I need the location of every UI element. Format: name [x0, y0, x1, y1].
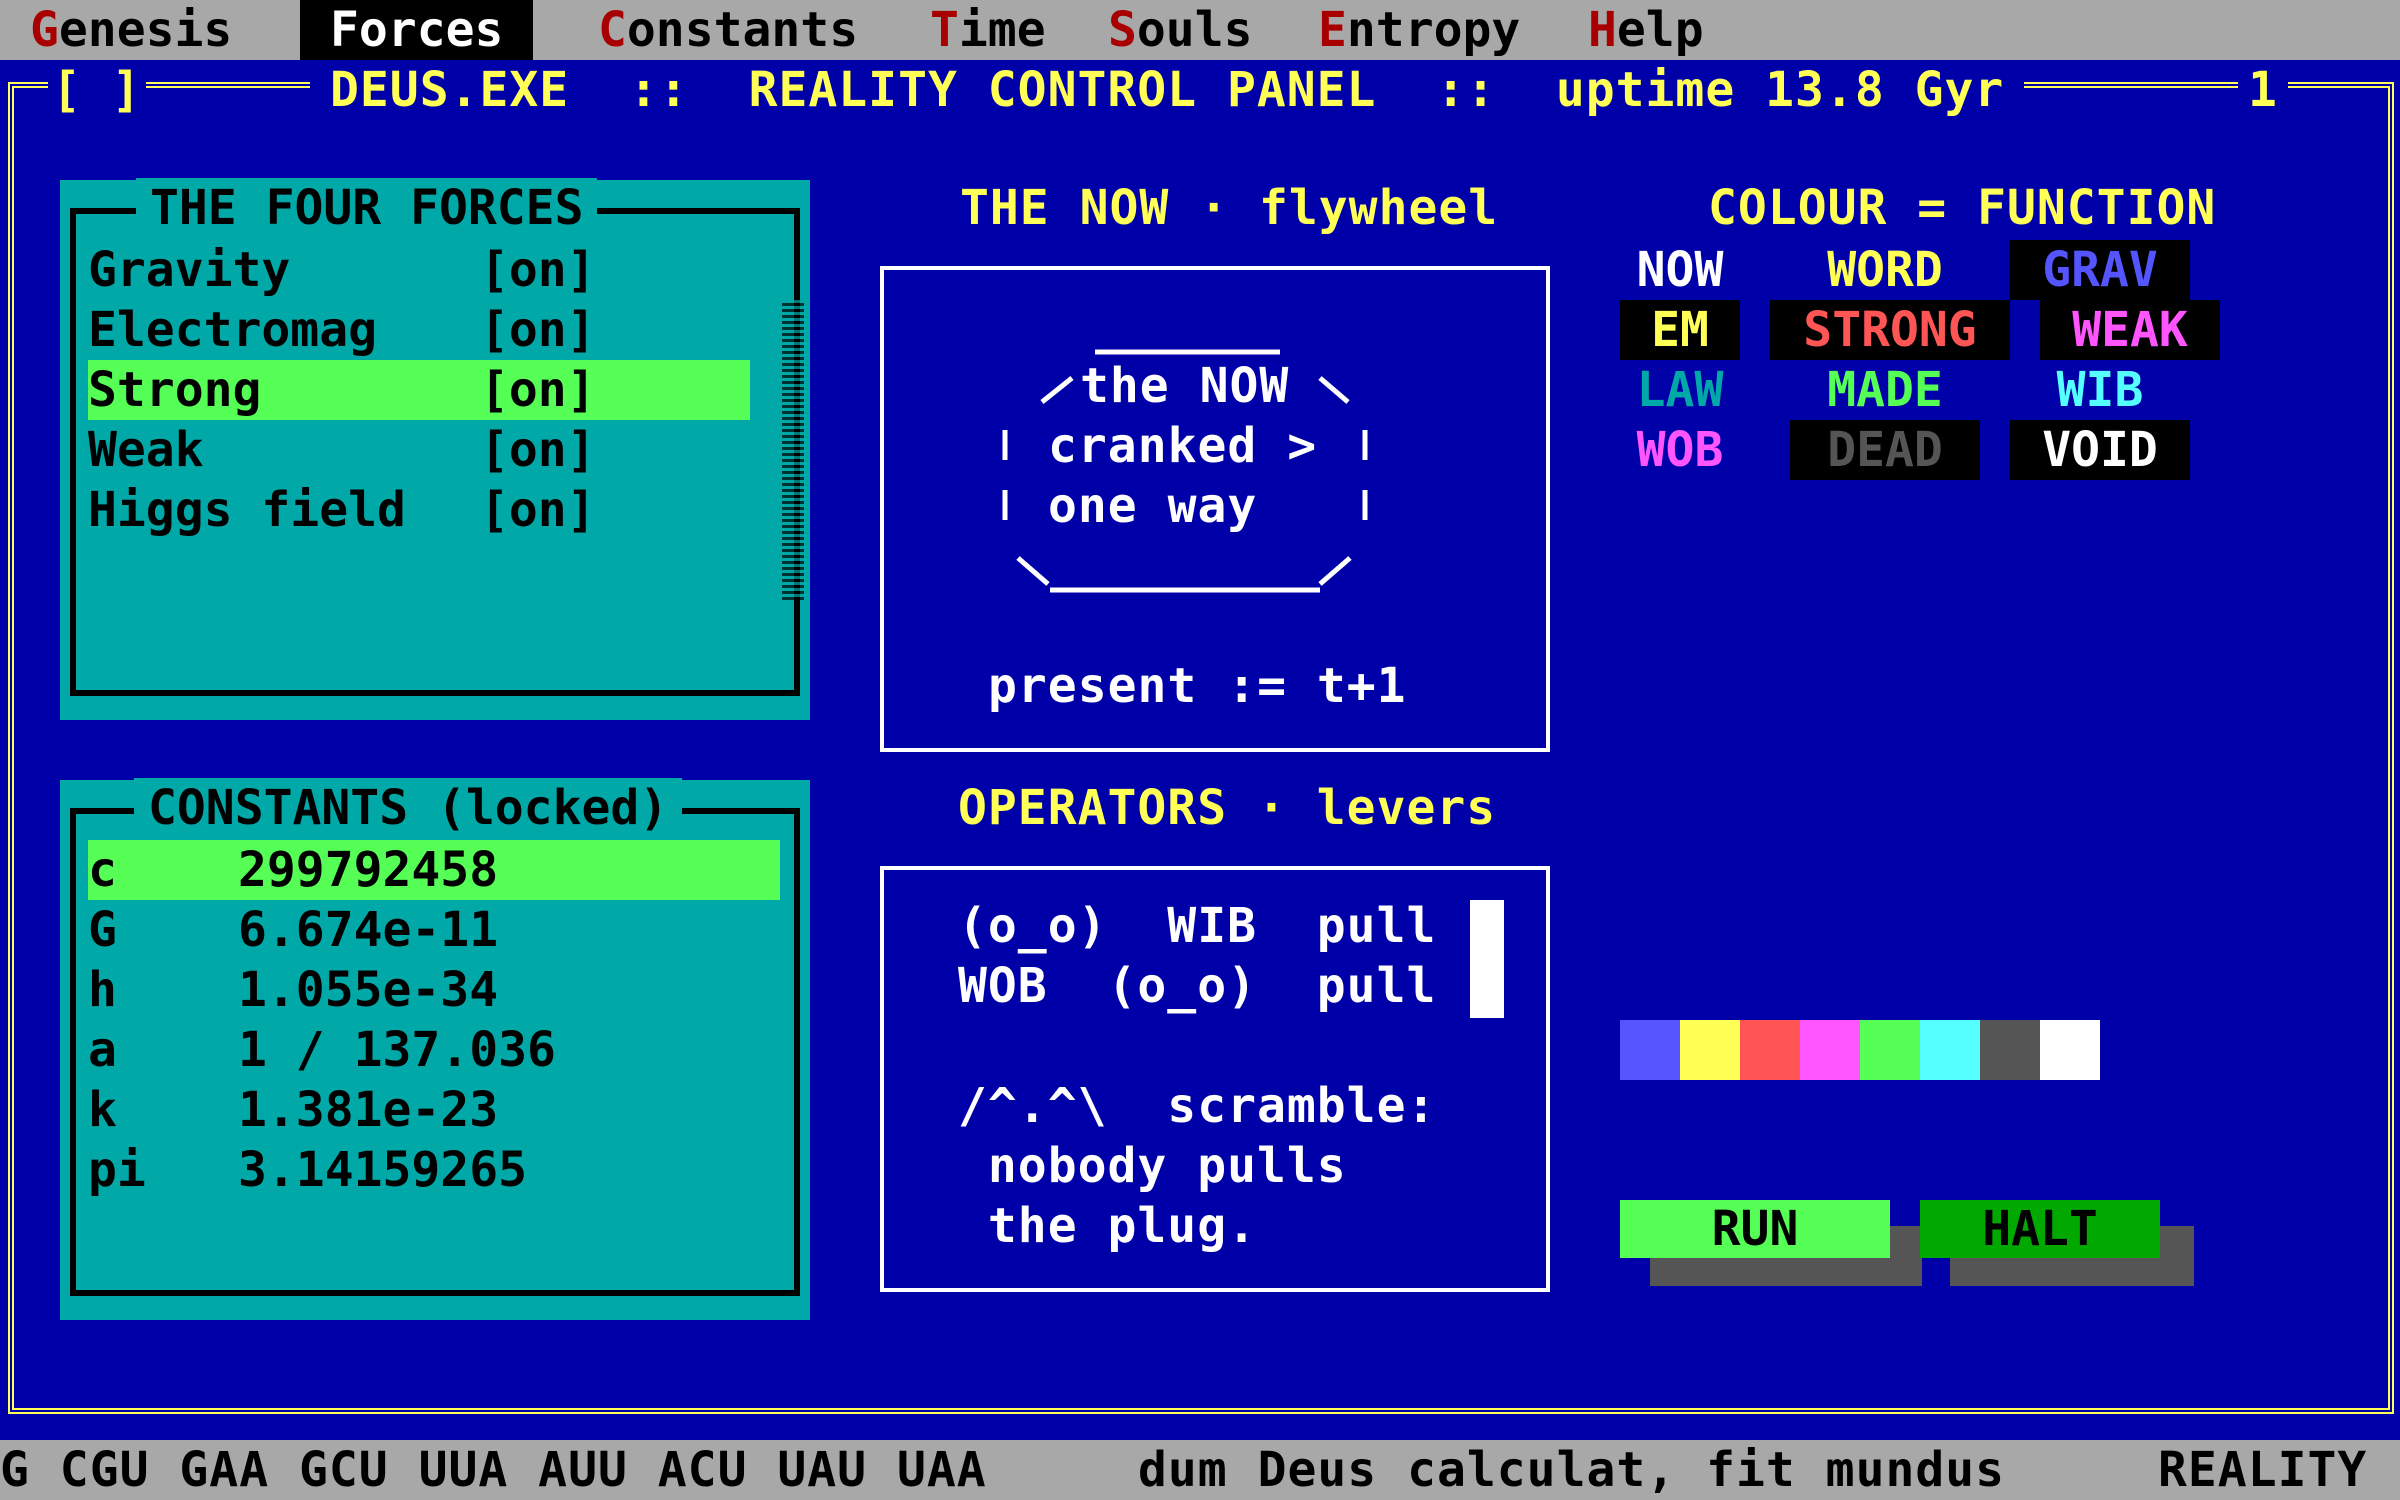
constant-value: 3.14159265: [238, 1142, 527, 1198]
legend-wib: WIB: [2056, 362, 2144, 418]
constant-row-a[interactable]: a1 / 137.036: [88, 1020, 780, 1080]
force-row-weak[interactable]: Weak [on]: [88, 420, 748, 480]
legend-heading: COLOUR = FUNCTION: [1708, 180, 2217, 236]
status-mode: REALITY: [2158, 1442, 2368, 1498]
operator-nobody-pulls: nobody pulls: [958, 1138, 1347, 1194]
halt-button[interactable]: HALT: [1920, 1200, 2160, 1258]
force-state: [on]: [480, 482, 596, 538]
force-state: [on]: [480, 362, 596, 418]
constant-row-h[interactable]: h 1.055e-34: [88, 960, 780, 1020]
force-row-gravity[interactable]: Gravity [on]: [88, 240, 748, 300]
palette-swatch: [1980, 1020, 2040, 1080]
operator-scramble: /^.^\ scramble:: [958, 1078, 1437, 1134]
constant-value: 6.674e-11: [238, 902, 499, 958]
operator-line-wib[interactable]: (o_o) WIB pull: [958, 896, 1436, 956]
legend-made: MADE: [1827, 362, 1943, 418]
legend-strong: STRONG: [1770, 300, 2010, 360]
now-wheel-line-1: the NOW: [1080, 358, 1290, 414]
force-row-higgs[interactable]: Higgs field [on]: [88, 480, 748, 540]
constant-value: 1.381e-23: [238, 1082, 499, 1138]
status-motto: dum Deus calculat, fit mundus: [1138, 1442, 2006, 1498]
force-row-electromag[interactable]: Electromag [on]: [88, 300, 748, 360]
menu-entropy[interactable]: Entropy: [1288, 0, 1550, 60]
legend-em: EM: [1620, 300, 1740, 360]
palette-strip: [1620, 1020, 2100, 1080]
constant-row-g[interactable]: G 6.674e-11: [88, 900, 780, 960]
legend-dead: DEAD: [1790, 420, 1980, 480]
legend-weak: WEAK: [2040, 300, 2220, 360]
window-number: 1: [2238, 60, 2288, 120]
now-wheel-line-3: one way: [1048, 478, 1258, 534]
force-state: [on]: [480, 242, 596, 298]
run-button[interactable]: RUN: [1620, 1200, 1890, 1258]
palette-swatch: [1680, 1020, 1740, 1080]
legend-void: VOID: [2010, 420, 2190, 480]
palette-swatch: [1920, 1020, 1980, 1080]
menu-time[interactable]: Time: [900, 0, 1076, 60]
palette-swatch: [1800, 1020, 1860, 1080]
legend-word: WORD: [1827, 242, 1943, 298]
palette-swatch: [2040, 1020, 2100, 1080]
menu-constants[interactable]: Constants: [568, 0, 888, 60]
force-state: [on]: [480, 422, 596, 478]
legend-law: LAW: [1636, 362, 1724, 418]
operators-heading: OPERATORS · levers: [958, 780, 1497, 836]
now-formula: present := t+1: [988, 658, 1407, 714]
legend-grav: GRAV: [2010, 240, 2190, 300]
palette-swatch: [1620, 1020, 1680, 1080]
legend-wob: WOB: [1636, 422, 1724, 478]
force-state: [on]: [480, 302, 596, 358]
now-wheel-line-2: cranked >: [1048, 418, 1318, 474]
operator-line-wob[interactable]: WOB (o_o) pull: [958, 956, 1436, 1016]
constant-value: 299792458: [238, 842, 499, 898]
menu-forces[interactable]: Forces: [300, 0, 534, 60]
forces-panel-title: THE FOUR FORCES: [136, 178, 598, 238]
forces-scrollbar[interactable]: [782, 300, 804, 600]
force-row-strong[interactable]: Strong [on]: [88, 360, 750, 420]
constant-value: 1.055e-34: [238, 962, 499, 1018]
menu-souls[interactable]: Souls: [1078, 0, 1283, 60]
constant-row-c[interactable]: c 299792458: [88, 840, 780, 900]
now-heading: THE NOW · flywheel: [960, 180, 1499, 236]
menu-bar: Genesis Forces Constants Time Souls Entr…: [0, 0, 2400, 60]
constants-panel-title: CONSTANTS (locked): [134, 778, 683, 838]
status-codons: G CGU GAA GCU UUA AUU ACU UAU UAA: [0, 1442, 987, 1498]
constant-row-k[interactable]: k 1.381e-23: [88, 1080, 780, 1140]
constant-row-pi[interactable]: pi 3.14159265: [88, 1140, 780, 1200]
palette-swatch: [1860, 1020, 1920, 1080]
menu-help[interactable]: Help: [1558, 0, 1734, 60]
close-box[interactable]: [ ]: [48, 60, 146, 120]
palette-swatch: [1740, 1020, 1800, 1080]
window-title: DEUS.EXE :: REALITY CONTROL PANEL :: upt…: [310, 60, 2025, 120]
operator-the-plug: the plug.: [958, 1198, 1257, 1254]
constant-value: 1 / 137.036: [238, 1022, 556, 1078]
lever-handle[interactable]: [1470, 900, 1504, 1018]
status-bar: G CGU GAA GCU UUA AUU ACU UAU UAA dum De…: [0, 1440, 2400, 1500]
menu-genesis[interactable]: Genesis: [0, 0, 262, 60]
legend-now: NOW: [1636, 242, 1724, 298]
